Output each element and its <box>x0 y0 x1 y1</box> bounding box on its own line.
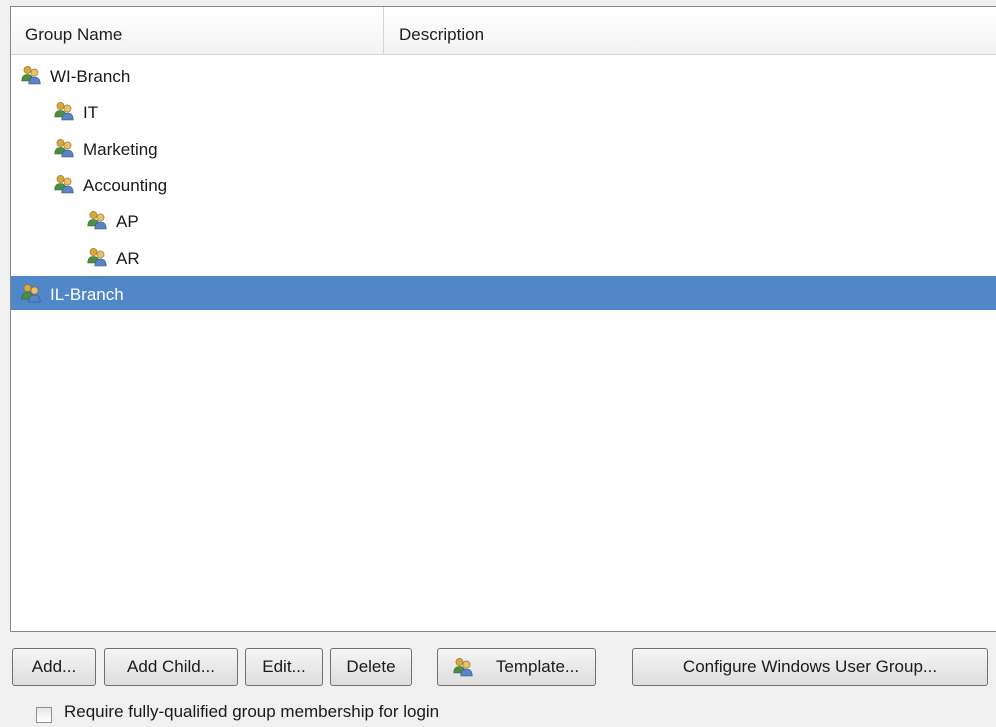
tree-item-label: IT <box>83 103 99 122</box>
require-fully-qualified-label: Require fully-qualified group membership… <box>64 702 440 721</box>
add-button[interactable]: Add... <box>12 648 96 686</box>
template-button[interactable]: Template... <box>437 648 596 686</box>
tree-item-label: WI-Branch <box>50 67 131 86</box>
tree-item[interactable]: Accounting <box>11 167 996 201</box>
tree-item-label: AR <box>116 249 140 268</box>
user-group-icon <box>87 210 107 230</box>
user-group-icon <box>21 283 41 303</box>
user-group-icon <box>453 657 473 677</box>
require-fully-qualified-checkbox[interactable] <box>36 707 52 723</box>
delete-button[interactable]: Delete <box>330 648 412 686</box>
tree-item[interactable]: WI-Branch <box>11 58 996 92</box>
tree-item-label: AP <box>116 212 139 231</box>
column-header-description[interactable]: Description <box>385 7 996 54</box>
tree-item[interactable]: IT <box>11 94 996 128</box>
tree-item[interactable]: AP <box>11 203 996 237</box>
tree-item[interactable]: IL-Branch <box>11 276 996 310</box>
user-group-icon <box>54 174 74 194</box>
tree-item-label: IL-Branch <box>50 285 124 304</box>
tree-item-label: Marketing <box>83 140 158 159</box>
tree-item[interactable]: Marketing <box>11 131 996 165</box>
tree-item-label: Accounting <box>83 176 168 195</box>
configure-windows-user-group-button[interactable]: Configure Windows User Group... <box>632 648 988 686</box>
user-group-icon <box>87 247 107 267</box>
column-header-bar: Group Name Description <box>11 7 996 55</box>
tree-item[interactable]: AR <box>11 240 996 274</box>
group-tree-panel: Group Name Description WI-Branch IT Market… <box>10 6 996 632</box>
user-group-icon <box>54 138 74 158</box>
user-group-icon <box>21 65 41 85</box>
user-group-icon <box>54 101 74 121</box>
column-header-group-name[interactable]: Group Name <box>11 7 384 54</box>
edit-button[interactable]: Edit... <box>245 648 323 686</box>
add-child-button[interactable]: Add Child... <box>104 648 238 686</box>
